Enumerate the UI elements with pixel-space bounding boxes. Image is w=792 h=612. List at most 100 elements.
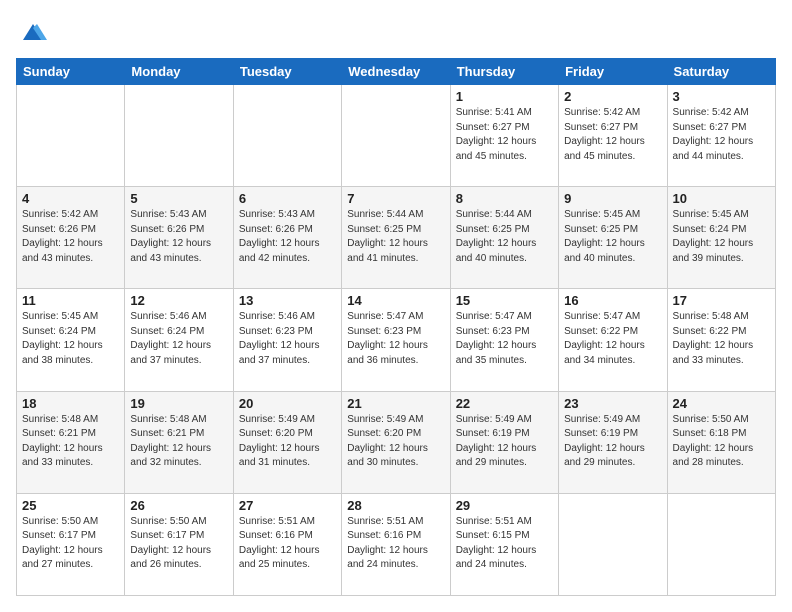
logo (16, 16, 47, 46)
calendar-cell (342, 85, 450, 187)
day-info: Sunrise: 5:49 AM Sunset: 6:19 PM Dayligh… (564, 413, 661, 471)
calendar-table: SundayMondayTuesdayWednesdayThursdayFrid… (16, 58, 776, 596)
day-info: Sunrise: 5:50 AM Sunset: 6:17 PM Dayligh… (130, 515, 227, 573)
day-info: Sunrise: 5:42 AM Sunset: 6:26 PM Dayligh… (22, 208, 119, 266)
day-number: 19 (130, 396, 227, 411)
calendar-cell: 15 Sunrise: 5:47 AM Sunset: 6:23 PM Dayli… (450, 289, 558, 391)
day-info: Sunrise: 5:48 AM Sunset: 6:22 PM Dayligh… (673, 310, 770, 368)
calendar-week-2: 4 Sunrise: 5:42 AM Sunset: 6:26 PM Daylig… (17, 187, 776, 289)
day-number: 22 (456, 396, 553, 411)
day-number: 28 (347, 498, 444, 513)
day-info: Sunrise: 5:48 AM Sunset: 6:21 PM Dayligh… (22, 413, 119, 471)
day-info: Sunrise: 5:46 AM Sunset: 6:24 PM Dayligh… (130, 310, 227, 368)
day-info: Sunrise: 5:43 AM Sunset: 6:26 PM Dayligh… (130, 208, 227, 266)
day-info: Sunrise: 5:49 AM Sunset: 6:20 PM Dayligh… (239, 413, 336, 471)
day-info: Sunrise: 5:45 AM Sunset: 6:25 PM Dayligh… (564, 208, 661, 266)
day-number: 7 (347, 191, 444, 206)
calendar-cell: 21 Sunrise: 5:49 AM Sunset: 6:20 PM Dayli… (342, 391, 450, 493)
day-info: Sunrise: 5:45 AM Sunset: 6:24 PM Dayligh… (22, 310, 119, 368)
calendar-cell: 1 Sunrise: 5:41 AM Sunset: 6:27 PM Daylig… (450, 85, 558, 187)
day-number: 20 (239, 396, 336, 411)
day-number: 27 (239, 498, 336, 513)
day-info: Sunrise: 5:46 AM Sunset: 6:23 PM Dayligh… (239, 310, 336, 368)
day-number: 5 (130, 191, 227, 206)
day-number: 26 (130, 498, 227, 513)
calendar-week-3: 11 Sunrise: 5:45 AM Sunset: 6:24 PM Dayli… (17, 289, 776, 391)
day-number: 15 (456, 293, 553, 308)
day-info: Sunrise: 5:48 AM Sunset: 6:21 PM Dayligh… (130, 413, 227, 471)
day-info: Sunrise: 5:44 AM Sunset: 6:25 PM Dayligh… (456, 208, 553, 266)
day-number: 23 (564, 396, 661, 411)
calendar-cell: 29 Sunrise: 5:51 AM Sunset: 6:15 PM Dayli… (450, 493, 558, 595)
day-number: 2 (564, 89, 661, 104)
day-info: Sunrise: 5:49 AM Sunset: 6:19 PM Dayligh… (456, 413, 553, 471)
day-number: 4 (22, 191, 119, 206)
calendar-header-saturday: Saturday (667, 59, 775, 85)
calendar-cell: 20 Sunrise: 5:49 AM Sunset: 6:20 PM Dayli… (233, 391, 341, 493)
day-number: 17 (673, 293, 770, 308)
calendar-cell: 22 Sunrise: 5:49 AM Sunset: 6:19 PM Dayli… (450, 391, 558, 493)
calendar-cell (559, 493, 667, 595)
day-info: Sunrise: 5:47 AM Sunset: 6:23 PM Dayligh… (456, 310, 553, 368)
calendar-week-5: 25 Sunrise: 5:50 AM Sunset: 6:17 PM Dayli… (17, 493, 776, 595)
day-number: 29 (456, 498, 553, 513)
calendar-cell: 13 Sunrise: 5:46 AM Sunset: 6:23 PM Dayli… (233, 289, 341, 391)
calendar-cell: 11 Sunrise: 5:45 AM Sunset: 6:24 PM Dayli… (17, 289, 125, 391)
calendar-cell: 25 Sunrise: 5:50 AM Sunset: 6:17 PM Dayli… (17, 493, 125, 595)
calendar-cell: 26 Sunrise: 5:50 AM Sunset: 6:17 PM Dayli… (125, 493, 233, 595)
calendar-header-tuesday: Tuesday (233, 59, 341, 85)
calendar-cell (17, 85, 125, 187)
calendar-cell (233, 85, 341, 187)
calendar-header-row: SundayMondayTuesdayWednesdayThursdayFrid… (17, 59, 776, 85)
day-info: Sunrise: 5:43 AM Sunset: 6:26 PM Dayligh… (239, 208, 336, 266)
calendar-header-thursday: Thursday (450, 59, 558, 85)
day-number: 3 (673, 89, 770, 104)
day-number: 24 (673, 396, 770, 411)
day-number: 25 (22, 498, 119, 513)
calendar-cell: 7 Sunrise: 5:44 AM Sunset: 6:25 PM Daylig… (342, 187, 450, 289)
calendar-cell: 9 Sunrise: 5:45 AM Sunset: 6:25 PM Daylig… (559, 187, 667, 289)
day-number: 9 (564, 191, 661, 206)
calendar-cell: 5 Sunrise: 5:43 AM Sunset: 6:26 PM Daylig… (125, 187, 233, 289)
calendar-cell: 4 Sunrise: 5:42 AM Sunset: 6:26 PM Daylig… (17, 187, 125, 289)
day-info: Sunrise: 5:42 AM Sunset: 6:27 PM Dayligh… (564, 106, 661, 164)
day-number: 21 (347, 396, 444, 411)
calendar-cell: 23 Sunrise: 5:49 AM Sunset: 6:19 PM Dayli… (559, 391, 667, 493)
day-number: 1 (456, 89, 553, 104)
calendar-cell: 12 Sunrise: 5:46 AM Sunset: 6:24 PM Dayli… (125, 289, 233, 391)
day-number: 18 (22, 396, 119, 411)
day-info: Sunrise: 5:47 AM Sunset: 6:22 PM Dayligh… (564, 310, 661, 368)
day-number: 12 (130, 293, 227, 308)
day-number: 6 (239, 191, 336, 206)
day-number: 11 (22, 293, 119, 308)
calendar-cell: 28 Sunrise: 5:51 AM Sunset: 6:16 PM Dayli… (342, 493, 450, 595)
calendar-cell: 3Sunrise: 5:42 AM Sunset: 6:27 PM Daylig… (667, 85, 775, 187)
calendar-cell: 19 Sunrise: 5:48 AM Sunset: 6:21 PM Dayli… (125, 391, 233, 493)
day-number: 16 (564, 293, 661, 308)
day-info: Sunrise: 5:51 AM Sunset: 6:16 PM Dayligh… (239, 515, 336, 573)
day-info: Sunrise: 5:51 AM Sunset: 6:16 PM Dayligh… (347, 515, 444, 573)
calendar-cell: 18 Sunrise: 5:48 AM Sunset: 6:21 PM Dayli… (17, 391, 125, 493)
day-info: Sunrise: 5:50 AM Sunset: 6:17 PM Dayligh… (22, 515, 119, 573)
calendar-cell: 17 Sunrise: 5:48 AM Sunset: 6:22 PM Dayli… (667, 289, 775, 391)
day-number: 14 (347, 293, 444, 308)
day-number: 13 (239, 293, 336, 308)
day-number: 10 (673, 191, 770, 206)
day-info: Sunrise: 5:47 AM Sunset: 6:23 PM Dayligh… (347, 310, 444, 368)
calendar-cell: 14 Sunrise: 5:47 AM Sunset: 6:23 PM Dayli… (342, 289, 450, 391)
calendar-cell: 27 Sunrise: 5:51 AM Sunset: 6:16 PM Dayli… (233, 493, 341, 595)
calendar-week-4: 18 Sunrise: 5:48 AM Sunset: 6:21 PM Dayli… (17, 391, 776, 493)
day-info: Sunrise: 5:44 AM Sunset: 6:25 PM Dayligh… (347, 208, 444, 266)
calendar-week-1: 1 Sunrise: 5:41 AM Sunset: 6:27 PM Daylig… (17, 85, 776, 187)
day-info: Sunrise: 5:50 AM Sunset: 6:18 PM Dayligh… (673, 413, 770, 471)
day-info: Sunrise: 5:41 AM Sunset: 6:27 PM Dayligh… (456, 106, 553, 164)
calendar-cell: 8 Sunrise: 5:44 AM Sunset: 6:25 PM Daylig… (450, 187, 558, 289)
day-number: 8 (456, 191, 553, 206)
calendar-header-wednesday: Wednesday (342, 59, 450, 85)
logo-icon (19, 18, 47, 46)
calendar-cell: 24 Sunrise: 5:50 AM Sunset: 6:18 PM Dayli… (667, 391, 775, 493)
day-info: Sunrise: 5:51 AM Sunset: 6:15 PM Dayligh… (456, 515, 553, 573)
day-info: Sunrise: 5:49 AM Sunset: 6:20 PM Dayligh… (347, 413, 444, 471)
calendar-cell (125, 85, 233, 187)
calendar-cell: 6 Sunrise: 5:43 AM Sunset: 6:26 PM Daylig… (233, 187, 341, 289)
